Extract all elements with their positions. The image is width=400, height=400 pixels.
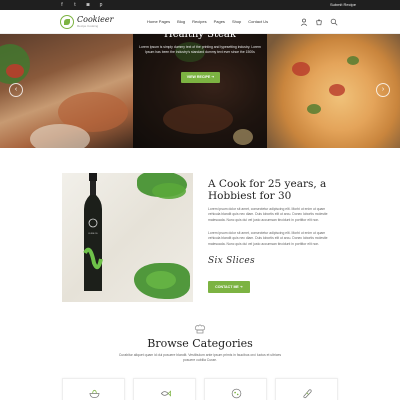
bread-icon	[303, 389, 312, 399]
categories-title: Browse Categories	[147, 337, 253, 350]
nav-item-pages[interactable]: Pages	[214, 19, 225, 24]
nav-item-recipes[interactable]: Recipes	[192, 19, 206, 24]
user-icon[interactable]	[300, 18, 308, 26]
nav-item-shop[interactable]: Shop	[232, 19, 241, 24]
category-card-bread[interactable]	[275, 378, 338, 400]
hero-text: Lorem Ipsum is simply dummy text of the …	[139, 45, 261, 54]
search-icon[interactable]	[330, 18, 338, 26]
social-links: f t ◙ p	[58, 1, 105, 9]
nav-item-contact-us[interactable]: Contact Us	[248, 19, 268, 24]
nav-item-blog[interactable]: Blog	[177, 19, 185, 24]
top-bar: f t ◙ p Submit Recipe	[0, 0, 400, 10]
logo[interactable]: Cookieer Recipe Cooking	[60, 15, 113, 29]
about-title: A Cook for 25 years, a Hobbiest for 30	[208, 178, 327, 202]
instagram-icon[interactable]: ◙	[84, 1, 92, 9]
salad-icon	[89, 389, 100, 398]
pinterest-icon[interactable]: p	[97, 1, 105, 9]
category-card-pizza[interactable]	[204, 378, 267, 400]
bottle-label: OLIVE OIL	[88, 233, 98, 235]
logo-name: Cookieer	[77, 15, 114, 24]
fish-icon	[160, 390, 171, 397]
leaf-logo-icon	[60, 15, 74, 29]
slider-prev-button[interactable]: ‹	[9, 83, 23, 97]
submit-recipe-link[interactable]: Submit Recipe	[330, 0, 356, 10]
about-paragraph-2: Lorem ipsum dolor sit amet, consectetur …	[208, 231, 328, 246]
category-card-salad[interactable]	[62, 378, 125, 400]
about-paragraph-1: Lorem ipsum dolor sit amet, consectetur …	[208, 207, 328, 222]
twitter-icon[interactable]: t	[71, 1, 79, 9]
nav-item-home-pages[interactable]: Home Pages	[147, 19, 170, 24]
olive-oil-image: OLIVE OIL	[62, 173, 193, 302]
main-nav: Home Pages Blog Recipes Pages Shop Conta…	[147, 19, 268, 24]
chef-hat-icon	[194, 324, 206, 334]
view-recipe-button[interactable]: VIEW RECIPE ➜	[181, 72, 220, 83]
contact-me-button[interactable]: CONTACT ME ➜	[208, 281, 250, 293]
cart-icon[interactable]	[315, 18, 323, 26]
hero-title: Healthy Steak	[164, 29, 236, 40]
category-cards	[62, 378, 338, 400]
header-actions	[300, 18, 338, 26]
category-card-fish[interactable]	[133, 378, 196, 400]
logo-tagline: Recipe Cooking	[77, 24, 99, 28]
slider-next-button[interactable]: ›	[376, 83, 390, 97]
facebook-icon[interactable]: f	[58, 1, 66, 9]
signature: Six Slices	[208, 256, 255, 266]
pizza-icon	[231, 388, 242, 399]
categories-subtitle: Curabitur aliquet quam id dui posuere bl…	[118, 353, 282, 363]
